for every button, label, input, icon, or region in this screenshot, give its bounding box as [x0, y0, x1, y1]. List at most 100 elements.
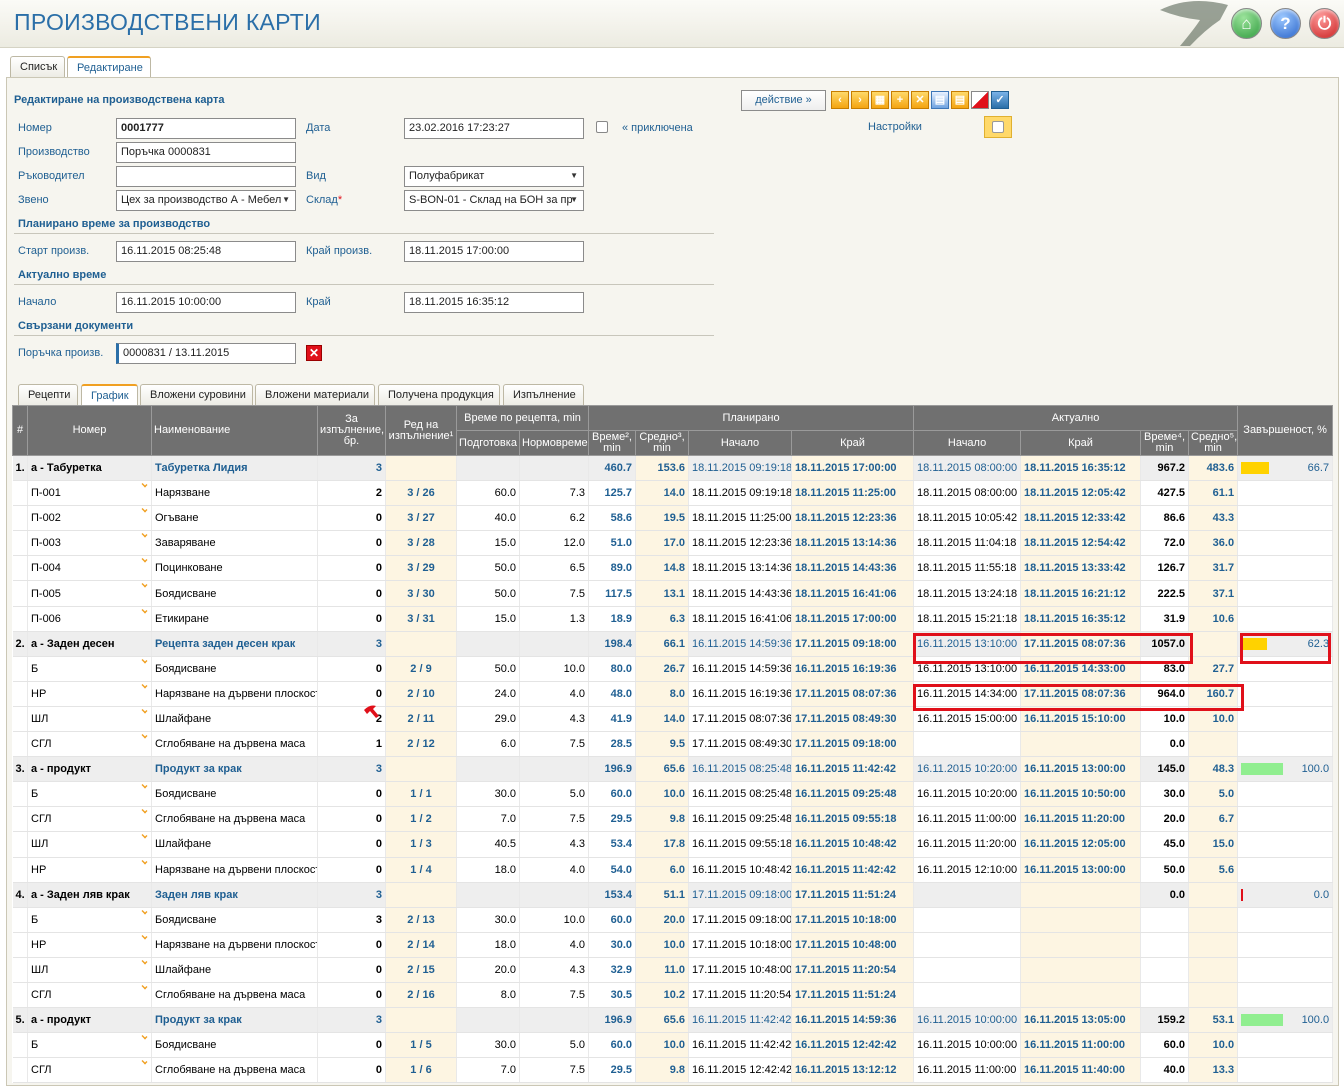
warehouse-select[interactable]: S-BON-01 - Склад на БОН за пр — [404, 190, 584, 211]
tab-raw-materials[interactable]: Вложени суровини — [140, 384, 253, 406]
table-row[interactable]: НР Нарязване на дървени плоскости 0 2 / 14 1… — [12, 932, 1334, 958]
cell-norm: 4.0 — [519, 681, 590, 707]
dropdown-marker-icon[interactable] — [141, 908, 148, 915]
dropdown-marker-icon[interactable] — [141, 958, 148, 965]
col-completion[interactable]: Завършеност, % — [1237, 405, 1334, 456]
table-row[interactable]: Б Боядисване 0 1 / 1 30.0 5.0 60.0 10.0 16.11.20… — [12, 781, 1334, 808]
grid-icon[interactable]: ▦ — [871, 91, 889, 109]
power-icon[interactable]: ⏻ — [1309, 8, 1340, 39]
dropdown-marker-icon[interactable] — [141, 506, 148, 513]
table-row[interactable]: СГЛ Сглобяване на дървена маса 0 1 / 2 7.0 7.… — [12, 806, 1334, 833]
dropdown-marker-icon[interactable] — [141, 1033, 148, 1040]
date-field[interactable]: 23.02.2016 17:23:27 — [404, 118, 584, 139]
table-row[interactable]: СГЛ Сглобяване на дървена маса 0 2 / 16 8.0 7… — [12, 982, 1334, 1009]
manager-field[interactable] — [116, 166, 296, 187]
cancel-document-icon[interactable] — [971, 91, 989, 109]
dropdown-marker-icon[interactable] — [141, 782, 148, 789]
dropdown-marker-icon[interactable] — [141, 807, 148, 814]
print-icon[interactable]: ▤ — [931, 91, 949, 109]
dropdown-marker-icon[interactable] — [141, 858, 148, 864]
col-num[interactable]: # — [12, 405, 28, 456]
dropdown-marker-icon[interactable] — [141, 682, 148, 689]
col-code[interactable]: Номер — [27, 405, 152, 456]
table-row[interactable]: НР Нарязване на дървени плоскости 0 1 / 4 18… — [12, 857, 1334, 883]
order-field[interactable]: 0000831 / 13.11.2015 — [116, 343, 296, 364]
dropdown-marker-icon[interactable] — [141, 933, 148, 940]
actual-end-field[interactable]: 18.11.2015 16:35:12 — [404, 292, 584, 313]
first-icon[interactable]: ‹ — [831, 91, 849, 109]
next-icon[interactable]: › — [851, 91, 869, 109]
table-row[interactable]: П-003 Заваряване 0 3 / 28 15.0 12.0 51.0 17.0 18… — [12, 530, 1334, 557]
tab-materials[interactable]: Вложени материали — [255, 384, 375, 406]
add-icon[interactable]: + — [891, 91, 909, 109]
cell-ord: 2 / 14 — [385, 932, 457, 958]
col-actual-end[interactable]: Край — [1020, 430, 1142, 456]
tab-execution[interactable]: Изпълнение — [503, 384, 584, 406]
document-icon[interactable]: ▤ — [951, 91, 969, 109]
remove-link-icon[interactable]: ✕ — [306, 345, 322, 361]
cell-pa: 66.1 — [635, 631, 690, 657]
col-planned-end[interactable]: Край — [791, 430, 915, 456]
col-norm[interactable]: Нормовреме — [518, 430, 590, 456]
col-prep[interactable]: Подготовка — [456, 430, 520, 456]
table-row[interactable]: СГЛ Сглобяване на дървена маса 0 1 / 6 7.0 7.… — [12, 1057, 1334, 1084]
table-row[interactable]: ШЛ Шлайфане 0 2 / 15 20.0 4.3 32.9 11.0 17.11.20… — [12, 957, 1334, 983]
tab-edit[interactable]: Редактиране — [67, 56, 151, 79]
dropdown-marker-icon[interactable] — [141, 556, 148, 563]
help-icon[interactable]: ? — [1270, 8, 1301, 39]
dropdown-marker-icon[interactable] — [141, 481, 148, 488]
actual-start-field[interactable]: 16.11.2015 10:00:00 — [116, 292, 296, 313]
col-qty[interactable]: За изпълнение, бр. — [317, 405, 386, 456]
col-planned-start[interactable]: Начало — [688, 430, 793, 456]
table-row[interactable]: П-002 Огъване 0 3 / 27 40.0 6.2 58.6 19.5 18.11.… — [12, 505, 1334, 532]
tab-list[interactable]: Списък — [10, 56, 65, 78]
planned-start-field[interactable]: 16.11.2015 08:25:48 — [116, 241, 296, 262]
table-row[interactable]: СГЛ Сглобяване на дървена маса 1 2 / 12 6.0 7… — [12, 731, 1334, 758]
col-order[interactable]: Ред на изпълнение¹ — [385, 405, 457, 456]
group-row[interactable]: 5. а - продукт Продукт за крак 3 196.9 65.6 16… — [12, 1007, 1334, 1034]
settings-toggle[interactable] — [984, 116, 1012, 138]
dropdown-marker-icon[interactable] — [141, 607, 148, 614]
settings-checkbox[interactable] — [992, 121, 1004, 133]
dropdown-marker-icon[interactable] — [141, 707, 148, 714]
dropdown-marker-icon[interactable] — [141, 531, 148, 538]
tab-received-products[interactable]: Получена продукция — [378, 384, 500, 406]
cell-ps: 17.11.2015 08:49:30 — [688, 731, 793, 758]
table-row[interactable]: П-006 Етикиране 0 3 / 31 15.0 1.3 18.9 6.3 18.11… — [12, 606, 1334, 632]
col-name[interactable]: Наименование — [151, 405, 318, 456]
group-row[interactable]: 1. а - Табуретка Табуретка Лидия 3 460.7 153.… — [12, 455, 1334, 482]
col-actual-start[interactable]: Начало — [913, 430, 1022, 456]
table-row[interactable]: П-005 Боядисване 0 3 / 30 50.0 7.5 117.5 13.1 18… — [12, 580, 1334, 607]
table-row[interactable]: Б Боядисване 0 1 / 5 30.0 5.0 60.0 10.0 16.11.20… — [12, 1032, 1334, 1059]
dropdown-marker-icon[interactable] — [141, 581, 148, 588]
production-field[interactable]: Поръчка 0000831 — [116, 142, 296, 163]
closed-checkbox[interactable] — [596, 121, 608, 133]
number-field[interactable]: 0001777 — [116, 118, 296, 139]
planned-end-field[interactable]: 18.11.2015 17:00:00 — [404, 241, 584, 262]
table-row[interactable]: П-001 Нарязване 2 3 / 26 60.0 7.3 125.7 14.0 18.… — [12, 480, 1334, 507]
table-row[interactable]: П-004 Поцинковане 0 3 / 29 50.0 6.5 89.0 14.8 18… — [12, 555, 1334, 582]
cell-pe: 17.11.2015 10:18:00 — [791, 907, 915, 933]
col-time2[interactable]: Време², min — [588, 430, 637, 456]
progress-bar — [1241, 888, 1244, 901]
table-row[interactable]: ШЛ Шлайфане 0 1 / 3 40.5 4.3 53.4 17.8 16.11.201… — [12, 831, 1334, 858]
delete-icon[interactable]: ✕ — [911, 91, 929, 109]
group-row[interactable]: 4. а - Заден ляв крак Заден ляв крак 3 153.4… — [12, 882, 1334, 908]
kind-select[interactable]: Полуфабрикат — [404, 166, 584, 187]
home-icon[interactable]: ⌂ — [1231, 8, 1262, 39]
table-row[interactable]: Б Боядисване 3 2 / 13 30.0 10.0 60.0 20.0 17.11.… — [12, 907, 1334, 933]
tab-schedule[interactable]: График — [81, 384, 138, 407]
unit-select[interactable]: Цех за производство А - Мебел — [116, 190, 296, 211]
action-button[interactable]: действие » — [741, 90, 826, 111]
group-row[interactable]: 3. а - продукт Продукт за крак 3 196.9 65.6 16… — [12, 756, 1334, 783]
save-check-icon[interactable]: ✓ — [991, 91, 1009, 109]
tab-recipes[interactable]: Рецепти — [18, 384, 78, 406]
col-time4[interactable]: Време⁴, min — [1140, 430, 1190, 456]
dropdown-marker-icon[interactable] — [141, 832, 148, 839]
dropdown-marker-icon[interactable] — [141, 657, 148, 664]
col-avg3[interactable]: Средно³, min — [635, 430, 690, 456]
dropdown-marker-icon[interactable] — [141, 1058, 148, 1065]
col-avg5[interactable]: Средно⁵, min — [1188, 430, 1239, 456]
dropdown-marker-icon[interactable] — [141, 732, 148, 739]
dropdown-marker-icon[interactable] — [141, 983, 148, 990]
